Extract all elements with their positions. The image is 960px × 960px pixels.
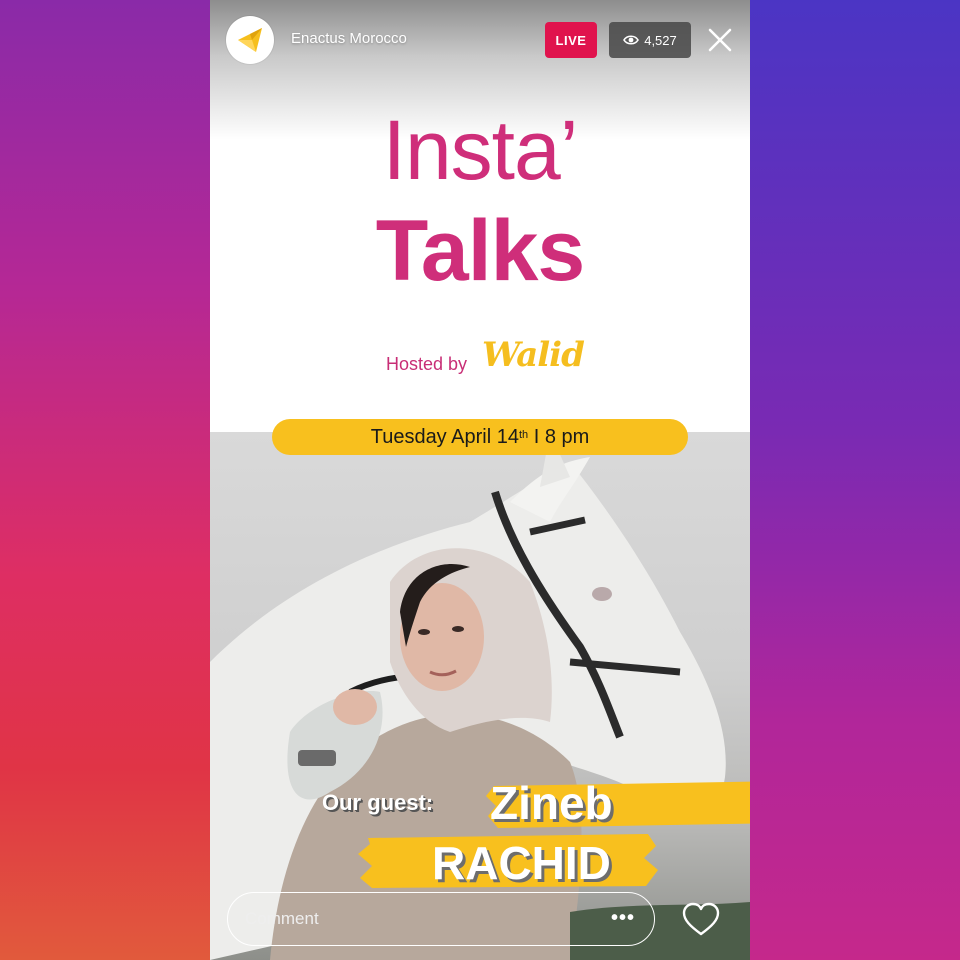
- event-date-pill: Tuesday April 14th I 8 pm: [272, 419, 688, 455]
- viewer-count-badge: 4,527: [609, 22, 691, 58]
- comment-input[interactable]: Comment: [227, 892, 655, 946]
- more-icon: •••: [610, 907, 635, 929]
- story-header: Enactus Morocco LIVE 4,527: [210, 0, 750, 80]
- guest-last-name: RACHID: [432, 837, 611, 889]
- live-story: Enactus Morocco LIVE 4,527 Insta’ Talks …: [210, 0, 750, 960]
- guest-label: Our guest:: [322, 790, 434, 815]
- more-options-button[interactable]: •••: [610, 908, 636, 932]
- live-badge: LIVE: [545, 22, 597, 58]
- host-name: Walid: [482, 335, 585, 375]
- viewer-count: 4,527: [644, 32, 677, 48]
- account-name[interactable]: Enactus Morocco: [291, 30, 407, 47]
- hosted-by-label: Hosted by: [386, 354, 468, 374]
- enactus-logo-icon: [238, 28, 262, 52]
- account-avatar[interactable]: [226, 16, 274, 64]
- poster-title-line2: Talks: [375, 203, 586, 299]
- background-gradient-right: [750, 0, 960, 960]
- event-date-suffix: th: [518, 429, 529, 441]
- event-date: Tuesday April 14: [370, 425, 519, 448]
- like-button[interactable]: [682, 902, 720, 938]
- eye-icon: [623, 35, 640, 45]
- event-time: I 8 pm: [533, 425, 590, 448]
- guest-first-name: Zineb: [490, 777, 613, 829]
- background-gradient-left: [0, 0, 210, 960]
- poster-title-line1: Insta’: [382, 103, 579, 197]
- close-icon: [708, 28, 732, 52]
- heart-icon: [682, 902, 720, 936]
- close-button[interactable]: [706, 26, 734, 54]
